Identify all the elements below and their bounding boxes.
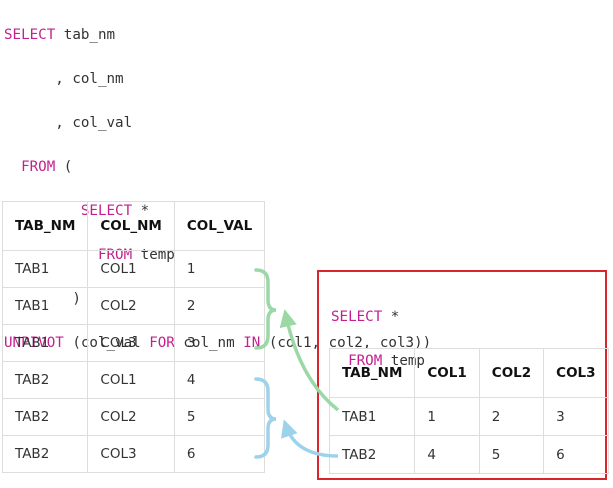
column-header: COL_VAL (173, 201, 266, 251)
table-header-row: TAB_NM COL_NM COL_VAL (1, 201, 266, 251)
table-cell: COL2 (87, 287, 175, 325)
table-cell: TAB1 (1, 250, 89, 288)
unpivot-result-table: TAB_NM COL_NM COL_VAL TAB1 COL1 1 TAB1 C… (1, 201, 266, 473)
table-cell: 4 (414, 435, 480, 474)
table-cell: 6 (173, 435, 266, 473)
table-cell: COL1 (87, 361, 175, 399)
table-row: TAB2 4 5 6 (328, 435, 609, 474)
table-row: TAB2 COL1 4 (1, 361, 266, 399)
table-cell: COL1 (87, 250, 175, 288)
column-header: TAB_NM (1, 201, 89, 251)
table-cell: TAB2 (1, 361, 89, 399)
table-row: TAB2 COL3 6 (1, 435, 266, 473)
code-line-1: SELECT tab_nm (4, 27, 116, 43)
table-cell: 5 (173, 398, 266, 436)
table-header-row: TAB_NM COL1 COL2 COL3 (328, 348, 609, 398)
column-header: COL3 (543, 348, 609, 398)
code-line-1: SELECT * (331, 309, 400, 325)
table-row: TAB1 COL2 2 (1, 287, 266, 325)
table-row: TAB2 COL2 5 (1, 398, 266, 436)
table-row: TAB1 COL3 3 (1, 324, 266, 362)
column-header: COL2 (478, 348, 545, 398)
table-cell: 4 (173, 361, 266, 399)
table-cell: 3 (173, 324, 266, 362)
table-row: TAB1 COL1 1 (1, 250, 266, 288)
table-cell: 6 (543, 435, 609, 474)
table-cell: TAB2 (1, 435, 89, 473)
code-line-4: FROM ( (21, 159, 73, 175)
keyword: FROM (21, 159, 56, 175)
table-cell: 5 (478, 435, 545, 474)
code-line-2: , col_nm (55, 71, 124, 87)
table-cell: COL3 (87, 324, 175, 362)
code-line-3: , col_val (55, 115, 133, 131)
column-header: TAB_NM (328, 348, 416, 398)
keyword: SELECT (4, 27, 56, 43)
source-table-box: SELECT * FROM temp TAB_NM COL1 COL2 COL3… (317, 270, 609, 480)
table-cell: TAB2 (1, 398, 89, 436)
keyword: SELECT (331, 309, 383, 325)
source-temp-table: TAB_NM COL1 COL2 COL3 TAB1 1 2 3 TAB2 4 … (328, 348, 609, 474)
table-cell: COL3 (87, 435, 175, 473)
table-cell: TAB1 (328, 397, 416, 436)
table-cell: TAB2 (328, 435, 416, 474)
table-cell: 2 (478, 397, 545, 436)
table-cell: TAB1 (1, 287, 89, 325)
table-cell: 2 (173, 287, 266, 325)
table-cell: 3 (543, 397, 609, 436)
column-header: COL1 (414, 348, 480, 398)
table-row: TAB1 1 2 3 (328, 397, 609, 436)
table-cell: TAB1 (1, 324, 89, 362)
table-cell: 1 (414, 397, 480, 436)
table-cell: COL2 (87, 398, 175, 436)
table-cell: 1 (173, 250, 266, 288)
column-header: COL_NM (87, 201, 175, 251)
